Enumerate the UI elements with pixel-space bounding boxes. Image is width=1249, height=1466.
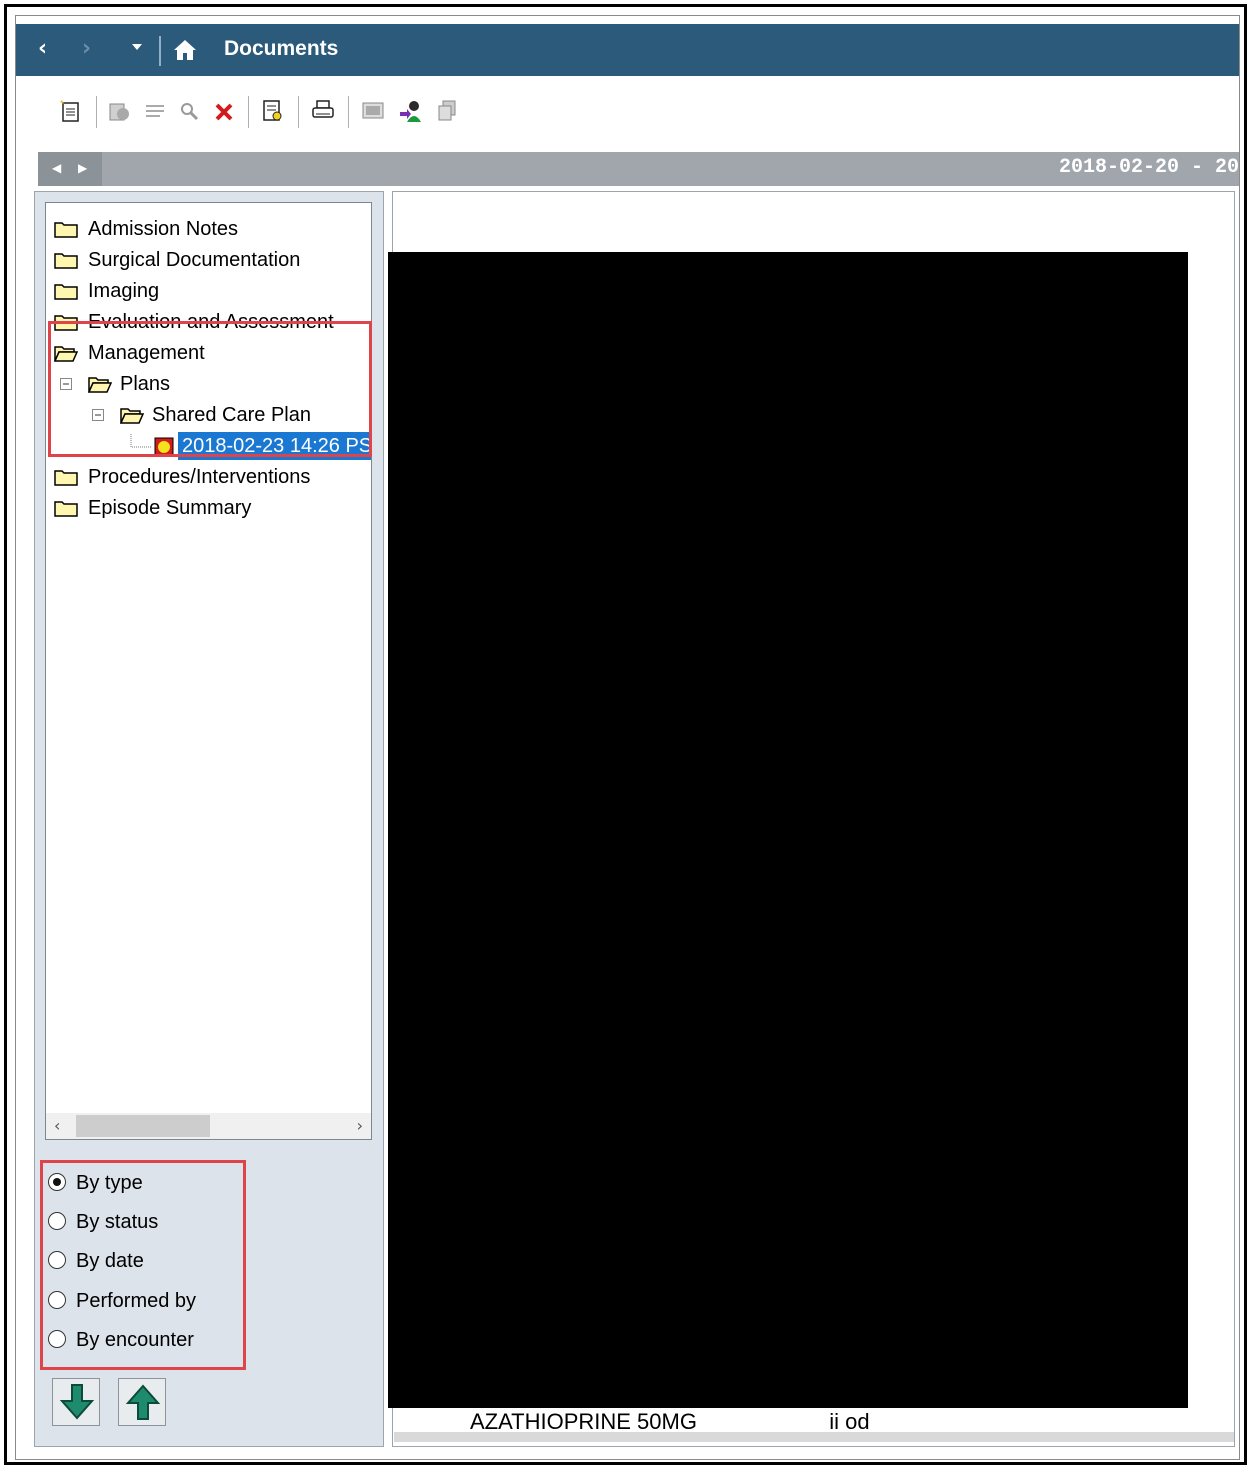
move-up-button[interactable]	[118, 1378, 166, 1426]
highlight-box-options	[40, 1160, 246, 1370]
toolbar-separator	[96, 96, 97, 128]
window-title: Documents	[224, 37, 339, 60]
folder-icon	[54, 284, 78, 300]
tree-item-label: Episode Summary	[88, 497, 252, 519]
drug-name: AZATHIOPRINE 50MG	[470, 1409, 697, 1434]
move-down-button[interactable]	[52, 1378, 100, 1426]
preview-document-icon[interactable]	[260, 98, 286, 124]
title-separator	[159, 36, 161, 66]
scroll-right-icon[interactable]: ›	[357, 1116, 363, 1135]
document-scrollbar[interactable]	[394, 1432, 1234, 1442]
modify-document-icon[interactable]	[142, 98, 168, 124]
highlight-box-tree	[48, 321, 372, 457]
scroll-left-icon[interactable]: ‹	[54, 1116, 60, 1135]
folder-icon	[54, 253, 78, 269]
new-document-icon[interactable]	[58, 98, 84, 124]
search-icon[interactable]	[176, 98, 202, 124]
forward-to-user-icon[interactable]	[398, 98, 424, 124]
toolbar-separator	[348, 96, 349, 128]
folder-icon	[54, 222, 78, 238]
tree-item-label: Surgical Documentation	[88, 249, 301, 271]
scroll-right-icon[interactable]: ▶	[78, 161, 87, 175]
image-view-icon[interactable]	[360, 98, 386, 124]
back-arrow-icon[interactable]: ‹	[38, 38, 58, 60]
folder-icon	[54, 501, 78, 517]
copy-documents-icon[interactable]	[434, 98, 460, 124]
date-scroll-buttons: ◀ ▶	[38, 152, 102, 186]
tree-item-label: Procedures/Interventions	[88, 466, 311, 488]
scroll-left-icon[interactable]: ◀	[52, 161, 61, 175]
title-bar: ‹ › Documents	[16, 24, 1239, 76]
forward-arrow-icon[interactable]: ›	[82, 38, 102, 60]
down-arrow-icon	[59, 1384, 95, 1420]
redacted-document-content	[388, 252, 1188, 1408]
tree-item-label: Admission Notes	[88, 218, 239, 240]
home-icon[interactable]	[172, 37, 198, 63]
date-range-text: 2018-02-20 - 202	[1058, 156, 1240, 179]
toolbar-separator	[298, 96, 299, 128]
delete-icon[interactable]	[212, 98, 238, 124]
date-range-bar: ◀ ▶ 2018-02-20 - 202	[38, 152, 1240, 186]
up-arrow-icon	[125, 1384, 161, 1420]
scrollbar-thumb[interactable]	[76, 1115, 210, 1137]
sign-document-icon[interactable]	[106, 98, 132, 124]
drug-dose: ii od	[829, 1409, 870, 1434]
toolbar	[16, 76, 1239, 152]
tree-item-label: Imaging	[88, 280, 160, 302]
folder-icon	[54, 470, 78, 486]
print-icon[interactable]	[310, 98, 336, 124]
history-dropdown-icon[interactable]	[132, 44, 142, 50]
tree-horizontal-scrollbar[interactable]: ‹ ›	[46, 1113, 371, 1139]
toolbar-separator	[248, 96, 249, 128]
